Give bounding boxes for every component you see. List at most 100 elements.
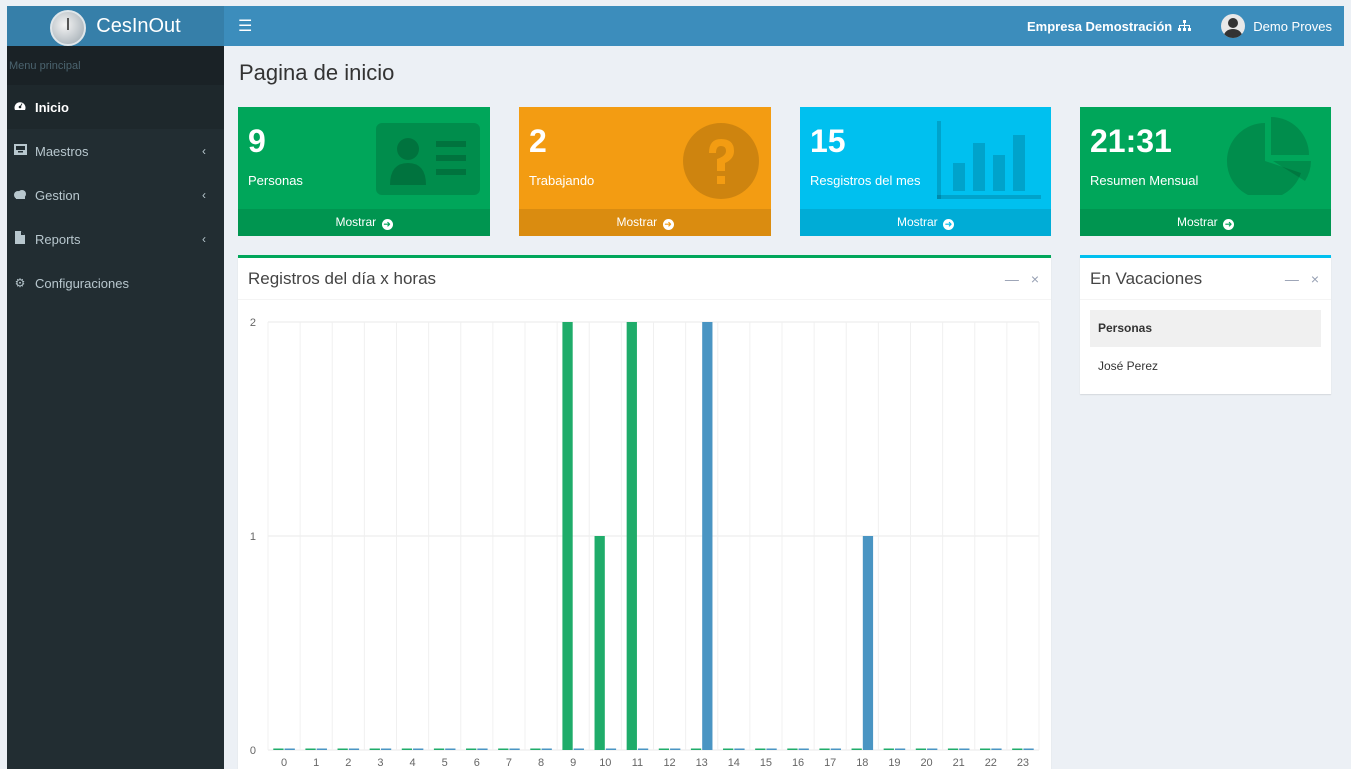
y-tick-label: 0 — [250, 745, 256, 757]
chart-bar — [670, 748, 681, 750]
mostrar-link[interactable]: Mostrar ➜ — [1080, 209, 1331, 236]
info-box-value: 2 — [529, 123, 547, 159]
x-tick-label: 8 — [538, 757, 544, 769]
top-header: CesInOut ☰ Empresa Demostración Demo Pro… — [7, 6, 1344, 46]
x-tick-label: 9 — [570, 757, 576, 769]
sidebar-item-label: Inicio — [35, 99, 69, 115]
vacation-row: José Perez — [1098, 359, 1159, 373]
chart-bar — [284, 748, 295, 750]
vacation-panel: En Vacaciones — × Personas José Perez — [1080, 255, 1331, 394]
chart-bar — [380, 748, 392, 750]
chart-bar — [959, 748, 970, 750]
chart-bar — [509, 748, 520, 750]
page-title: Pagina de inicio — [239, 60, 395, 85]
x-tick-label: 17 — [824, 757, 836, 769]
info-box-value: 15 — [810, 123, 846, 159]
bar-chart-icon — [937, 121, 1041, 199]
sidebar: Menu principal Inicio Maestros ‹ Gestion… — [7, 46, 224, 769]
chart-bar — [605, 748, 617, 750]
inbox-icon — [13, 144, 27, 158]
chart-bar — [658, 748, 670, 750]
sidebar-item-gestion[interactable]: Gestion ‹ — [7, 173, 224, 217]
sidebar-item-inicio[interactable]: Inicio — [7, 85, 224, 129]
info-box-personas: 9 Personas Mostrar ➜ — [238, 107, 490, 236]
chart-bar — [498, 748, 509, 750]
x-tick-label: 5 — [442, 757, 448, 769]
chevron-left-icon: ‹ — [202, 188, 206, 202]
y-tick-label: 1 — [250, 531, 256, 543]
x-tick-label: 15 — [760, 757, 772, 769]
info-box-value: 9 — [248, 123, 266, 159]
chart-bar — [947, 748, 959, 750]
x-tick-label: 18 — [856, 757, 868, 769]
info-box-label: Resgistros del mes — [810, 173, 921, 188]
x-tick-label: 6 — [474, 757, 480, 769]
x-tick-label: 23 — [1017, 757, 1029, 769]
sidebar-item-configuraciones[interactable]: ⚙ Configuraciones — [7, 261, 224, 305]
info-box-label: Trabajando — [529, 173, 595, 188]
x-tick-label: 13 — [696, 757, 708, 769]
close-icon[interactable]: × — [1031, 271, 1039, 287]
info-box-value: 21:31 — [1090, 123, 1172, 159]
sidebar-item-reports[interactable]: Reports ‹ — [7, 217, 224, 261]
chart-bar — [573, 748, 584, 750]
arrow-circle-right-icon: ➜ — [662, 219, 674, 230]
arrow-circle-right-icon: ➜ — [943, 219, 954, 230]
info-box-label: Personas — [248, 173, 303, 188]
x-tick-label: 1 — [313, 757, 319, 769]
minimize-icon[interactable]: — — [1005, 271, 1019, 287]
chart-bar — [445, 748, 456, 750]
chart-bar — [316, 748, 327, 750]
user-menu[interactable]: Demo Proves — [1221, 14, 1332, 38]
sidebar-item-label: Gestion — [35, 187, 80, 203]
chart-bar — [851, 748, 862, 750]
arrow-circle-right-icon: ➜ — [1223, 219, 1234, 230]
mostrar-link[interactable]: Mostrar ➜ — [238, 209, 490, 236]
file-icon — [13, 231, 27, 247]
chart-bar — [1012, 748, 1023, 750]
chart-bar — [433, 748, 445, 750]
mostrar-link[interactable]: Mostrar ➜ — [800, 209, 1051, 236]
sidebar-item-maestros[interactable]: Maestros ‹ — [7, 129, 224, 173]
chart-bar — [862, 536, 874, 750]
chart-bar — [894, 748, 906, 750]
chart-bar — [337, 748, 348, 750]
chart-bar — [541, 748, 552, 750]
gear-icon: ⚙ — [14, 276, 26, 290]
chart-bar — [723, 748, 734, 750]
x-tick-label: 16 — [792, 757, 804, 769]
x-tick-label: 10 — [599, 757, 611, 769]
user-name: Demo Proves — [1253, 18, 1332, 34]
app-title: CesInOut — [96, 14, 181, 37]
company-switcher[interactable]: Empresa Demostración — [1027, 18, 1192, 34]
question-icon — [683, 123, 759, 199]
x-tick-label: 19 — [888, 757, 900, 769]
minimize-icon[interactable]: — — [1285, 271, 1299, 287]
chart-bar — [798, 748, 809, 750]
chart-bar — [819, 748, 830, 750]
mostrar-link[interactable]: Mostrar ➜ — [519, 209, 771, 236]
x-tick-label: 2 — [345, 757, 351, 769]
chart-bar — [637, 748, 649, 750]
chart-bar — [369, 748, 380, 750]
menu-toggle-icon[interactable]: ☰ — [238, 16, 252, 36]
chart-bar — [626, 322, 637, 750]
arrow-circle-right-icon: ➜ — [381, 219, 393, 230]
chart-bar — [305, 748, 316, 750]
chart-panel-title: Registros del día x horas — [248, 268, 437, 288]
info-box-label: Resumen Mensual — [1090, 173, 1199, 188]
sidebar-item-label: Maestros — [35, 143, 89, 159]
chart-bar — [991, 748, 1002, 750]
chart-bar — [787, 748, 798, 750]
company-name: Empresa Demostración — [1027, 18, 1173, 34]
x-tick-label: 7 — [506, 757, 512, 769]
close-icon[interactable]: × — [1311, 271, 1319, 287]
sitemap-icon — [1178, 20, 1192, 31]
pie-chart-icon — [1226, 117, 1311, 195]
chart-bar — [883, 748, 894, 750]
app-logo[interactable]: CesInOut — [7, 6, 224, 46]
dashboard-icon — [13, 100, 27, 114]
chart-bar — [562, 322, 573, 750]
chart-bar — [766, 748, 777, 750]
vacation-panel-title: En Vacaciones — [1090, 268, 1203, 288]
